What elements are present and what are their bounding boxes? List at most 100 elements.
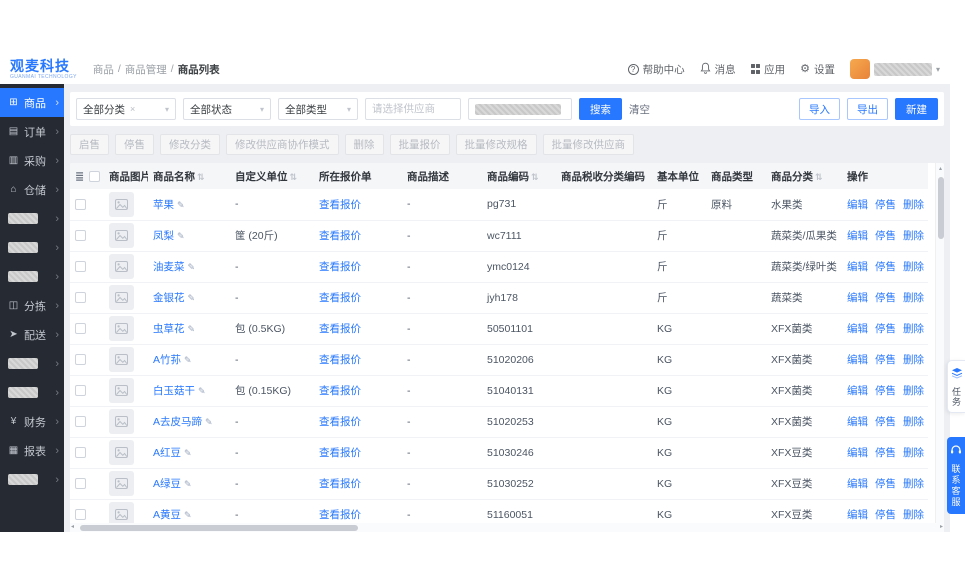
edit-row-link[interactable]: 编辑: [847, 447, 868, 459]
view-quote-link[interactable]: 查看报价: [319, 230, 361, 242]
row-checkbox[interactable]: [75, 323, 86, 335]
delete-row-link[interactable]: 删除: [903, 199, 924, 211]
stop-sale-row-link[interactable]: 停售: [875, 230, 896, 242]
batch-edit-spec-button[interactable]: 批量修改规格: [455, 134, 537, 155]
edit-row-link[interactable]: 编辑: [847, 354, 868, 366]
edit-supplier-mode-button[interactable]: 修改供应商协作模式: [226, 134, 339, 155]
delete-row-link[interactable]: 删除: [903, 385, 924, 397]
brand-logo[interactable]: 观麦科技 GUANMAI TECHNOLOGY: [10, 59, 77, 80]
view-quote-link[interactable]: 查看报价: [319, 199, 361, 211]
view-quote-link[interactable]: 查看报价: [319, 509, 361, 521]
row-checkbox[interactable]: [75, 447, 86, 459]
product-name-link[interactable]: A去皮马蹄: [153, 416, 202, 428]
product-name-link[interactable]: A红豆: [153, 447, 181, 459]
view-quote-link[interactable]: 查看报价: [319, 385, 361, 397]
breadcrumb-item[interactable]: 商品: [93, 62, 114, 77]
edit-name-icon[interactable]: ✎: [177, 200, 185, 210]
vertical-scrollbar[interactable]: ▴ ▾: [935, 163, 944, 532]
sidebar-item-finance[interactable]: ¥ 财务 ›: [0, 407, 64, 436]
product-name-link[interactable]: A黄豆: [153, 509, 181, 521]
edit-row-link[interactable]: 编辑: [847, 230, 868, 242]
edit-name-icon[interactable]: ✎: [184, 510, 192, 520]
export-button[interactable]: 导出: [847, 98, 888, 120]
product-name-link[interactable]: 凤梨: [153, 230, 174, 242]
view-quote-link[interactable]: 查看报价: [319, 447, 361, 459]
create-button[interactable]: 新建: [895, 98, 938, 120]
sidebar-item-redacted[interactable]: ›: [0, 378, 64, 407]
edit-row-link[interactable]: 编辑: [847, 478, 868, 490]
horizontal-scrollbar[interactable]: ◂ ▸: [70, 523, 944, 532]
sidebar-item-redacted[interactable]: ›: [0, 204, 64, 233]
sidebar-item-goods[interactable]: ⊞ 商品 ›: [0, 88, 64, 117]
status-filter-select[interactable]: 全部状态 ▾: [183, 98, 271, 120]
edit-name-icon[interactable]: ✎: [198, 386, 206, 396]
view-quote-link[interactable]: 查看报价: [319, 292, 361, 304]
sidebar-item-redacted[interactable]: ›: [0, 349, 64, 378]
stop-sale-row-link[interactable]: 停售: [875, 292, 896, 304]
row-checkbox[interactable]: [75, 354, 86, 366]
stop-sale-row-link[interactable]: 停售: [875, 261, 896, 273]
sidebar-item-redacted[interactable]: ›: [0, 262, 64, 291]
keyword-search-input[interactable]: [468, 98, 572, 120]
search-button[interactable]: 搜索: [579, 98, 622, 120]
row-checkbox[interactable]: [75, 416, 86, 428]
delete-row-link[interactable]: 删除: [903, 478, 924, 490]
row-checkbox[interactable]: [75, 198, 86, 210]
select-all-checkbox[interactable]: [89, 170, 101, 182]
sort-icon[interactable]: ⇅: [531, 172, 539, 182]
vertical-scroll-thumb[interactable]: [937, 177, 944, 239]
clear-tag-icon[interactable]: ×: [130, 104, 135, 114]
sidebar-item-sorting[interactable]: ◫ 分拣 ›: [0, 291, 64, 320]
clear-filters-link[interactable]: 清空: [629, 102, 650, 117]
sidebar-item-redacted[interactable]: ›: [0, 465, 64, 494]
view-quote-link[interactable]: 查看报价: [319, 478, 361, 490]
start-sale-button[interactable]: 启售: [70, 134, 109, 155]
stop-sale-row-link[interactable]: 停售: [875, 323, 896, 335]
edit-row-link[interactable]: 编辑: [847, 416, 868, 428]
stop-sale-row-link[interactable]: 停售: [875, 199, 896, 211]
product-name-link[interactable]: 油麦菜: [153, 261, 185, 273]
view-quote-link[interactable]: 查看报价: [319, 261, 361, 273]
edit-name-icon[interactable]: ✎: [177, 231, 185, 241]
edit-row-link[interactable]: 编辑: [847, 509, 868, 521]
settings-button[interactable]: ⚙ 设置: [800, 62, 835, 77]
batch-quote-button[interactable]: 批量报价: [389, 134, 450, 155]
category-filter-select[interactable]: 全部分类 × ▾: [76, 98, 176, 120]
stop-sale-button[interactable]: 停售: [115, 134, 154, 155]
edit-name-icon[interactable]: ✎: [184, 355, 192, 365]
list-menu-icon[interactable]: ≣: [75, 171, 84, 183]
edit-row-link[interactable]: 编辑: [847, 261, 868, 273]
sidebar-item-orders[interactable]: ▤ 订单 ›: [0, 117, 64, 146]
product-name-link[interactable]: A绿豆: [153, 478, 181, 490]
product-name-link[interactable]: 苹果: [153, 199, 174, 211]
sidebar-item-delivery[interactable]: ➤ 配送 ›: [0, 320, 64, 349]
stop-sale-row-link[interactable]: 停售: [875, 509, 896, 521]
view-quote-link[interactable]: 查看报价: [319, 323, 361, 335]
product-name-link[interactable]: 金银花: [153, 292, 185, 304]
edit-name-icon[interactable]: ✎: [188, 293, 196, 303]
sort-icon[interactable]: ⇅: [197, 172, 205, 182]
delete-button[interactable]: 删除: [344, 134, 384, 155]
stop-sale-row-link[interactable]: 停售: [875, 416, 896, 428]
sort-icon[interactable]: ⇅: [815, 172, 823, 182]
task-panel-button[interactable]: 任务: [947, 360, 965, 413]
row-checkbox[interactable]: [75, 509, 86, 521]
product-name-link[interactable]: A竹荪: [153, 354, 181, 366]
edit-name-icon[interactable]: ✎: [205, 417, 213, 427]
scroll-up-arrow[interactable]: ▴: [936, 165, 944, 173]
delete-row-link[interactable]: 删除: [903, 261, 924, 273]
stop-sale-row-link[interactable]: 停售: [875, 447, 896, 459]
edit-row-link[interactable]: 编辑: [847, 199, 868, 211]
stop-sale-row-link[interactable]: 停售: [875, 385, 896, 397]
row-checkbox[interactable]: [75, 292, 86, 304]
sidebar-item-redacted[interactable]: ›: [0, 233, 64, 262]
delete-row-link[interactable]: 删除: [903, 292, 924, 304]
stop-sale-row-link[interactable]: 停售: [875, 478, 896, 490]
delete-row-link[interactable]: 删除: [903, 447, 924, 459]
view-quote-link[interactable]: 查看报价: [319, 416, 361, 428]
sidebar-item-warehouse[interactable]: ⌂ 仓储 ›: [0, 175, 64, 204]
row-checkbox[interactable]: [75, 385, 86, 397]
scroll-left-arrow[interactable]: ◂: [71, 523, 74, 532]
delete-row-link[interactable]: 删除: [903, 323, 924, 335]
scroll-right-arrow[interactable]: ▸: [940, 523, 943, 532]
